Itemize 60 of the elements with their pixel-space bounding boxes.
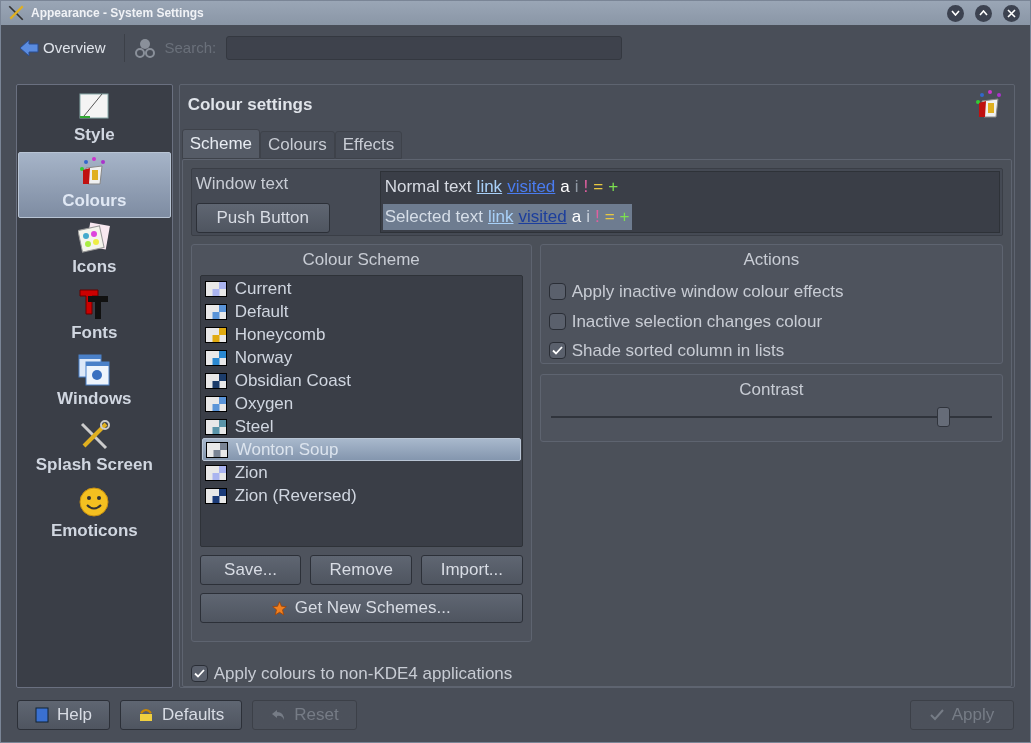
checkbox[interactable] [548,342,566,360]
smiley-icon [78,486,111,519]
close-icon [1007,8,1016,18]
push-button[interactable]: Push Button [195,202,330,233]
tab[interactable]: Scheme [181,129,261,159]
minimize-button[interactable] [947,4,964,22]
scheme-item[interactable]: Norway [201,346,521,369]
maximize-button[interactable] [975,4,992,22]
sidebar-item[interactable]: Windows [18,350,171,416]
palette-cards-icon [78,222,111,255]
checkbox[interactable] [548,283,566,301]
scheme-action-button[interactable]: Remove [310,555,413,585]
scheme-item[interactable]: Obsidian Coast [201,369,521,392]
page-title: Colour settings [187,94,313,117]
contrast-slider[interactable] [550,407,992,427]
scheme-item[interactable]: Oxygen [201,392,521,415]
preview-text-line: Normal text link visited a i ! = + [383,176,620,199]
get-new-schemes-button[interactable]: Get New Schemes... [199,593,523,623]
tools-icon [7,4,25,22]
help-button[interactable]: Help [17,699,110,730]
defaults-button[interactable]: Defaults [119,699,243,730]
tab[interactable]: Effects [334,131,403,159]
scheme-action-button[interactable]: Import... [421,555,523,585]
group-title: Colour Scheme [301,249,421,271]
scheme-item[interactable]: Honeycomb [201,323,521,346]
checkbox[interactable] [548,312,566,330]
checkmark-icon [929,708,944,721]
close-button[interactable] [1003,4,1020,22]
chevron-down-icon [951,10,960,16]
help-book-icon [35,706,49,723]
sidebar-item[interactable]: Fonts [18,284,171,350]
sidebar-item[interactable]: Emoticons [18,482,171,548]
checkmark-icon [193,668,205,678]
group-title: Contrast [738,379,805,401]
group-title: Actions [742,249,801,271]
checkbox[interactable] [190,664,208,682]
checkbox-label: Shade sorted column in lists [571,340,785,362]
scheme-item[interactable]: Default [201,300,521,323]
window-title: Appearance - System Settings [31,5,204,22]
scheme-item[interactable]: Current [201,277,521,300]
overview-button[interactable]: Overview [19,36,106,60]
checkbox-label: Apply inactive window colour effects [571,281,844,303]
window-text-label: Window text [195,173,290,195]
scheme-item[interactable]: Zion (Reversed) [201,484,521,507]
scheme-action-button[interactable]: Save... [199,555,302,585]
checkmark-icon [551,346,563,356]
sidebar-item[interactable]: Icons [18,218,171,284]
slider-handle[interactable] [937,407,951,427]
letter-t-icon [78,288,111,321]
sidebar-item[interactable]: Style [18,86,171,152]
scheme-item[interactable]: Steel [201,415,521,438]
tab[interactable]: Colours [260,131,335,159]
windows-icon [78,354,111,387]
sidebar-item[interactable]: Splash Screen [18,416,171,482]
chevron-up-icon [979,10,988,16]
back-arrow-icon [19,39,39,57]
checkbox-label: Inactive selection changes colour [571,310,823,333]
star-icon [271,600,287,616]
checkbox-label: Apply colours to non-KDE4 applications [213,662,513,685]
scheme-item[interactable]: Zion [201,461,521,484]
